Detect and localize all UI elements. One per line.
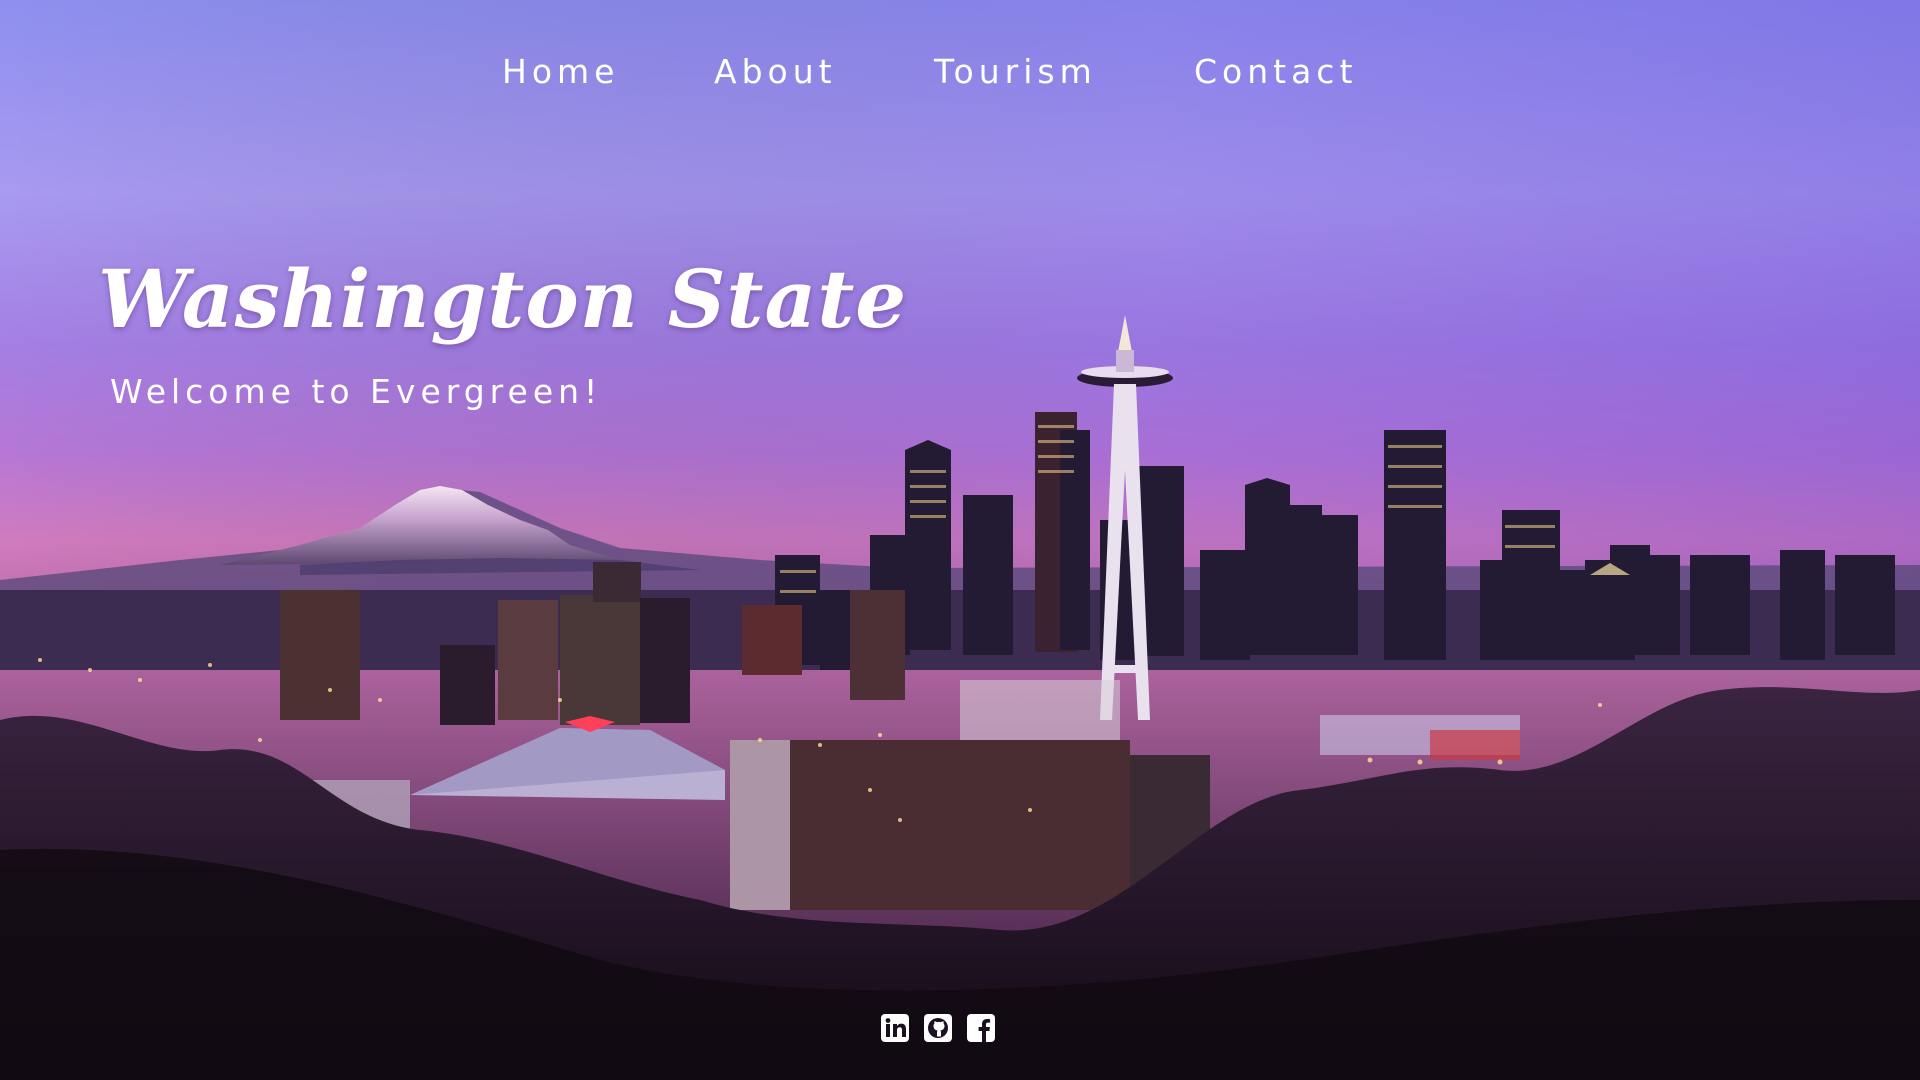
github-icon[interactable] xyxy=(923,1013,953,1043)
social-links xyxy=(880,1013,996,1043)
hero-background xyxy=(0,0,1920,1080)
facebook-icon[interactable] xyxy=(966,1013,996,1043)
nav-tourism-link[interactable]: Tourism xyxy=(934,52,1097,91)
nav-about-link[interactable]: About xyxy=(714,52,837,91)
nav-home-link[interactable]: Home xyxy=(502,52,619,91)
seattle-skyline-image xyxy=(0,0,1920,1080)
page-title: Washington State xyxy=(98,252,908,346)
page-subtitle: Welcome to Evergreen! xyxy=(110,372,603,411)
linkedin-icon[interactable] xyxy=(880,1013,910,1043)
nav-contact-link[interactable]: Contact xyxy=(1194,52,1357,91)
